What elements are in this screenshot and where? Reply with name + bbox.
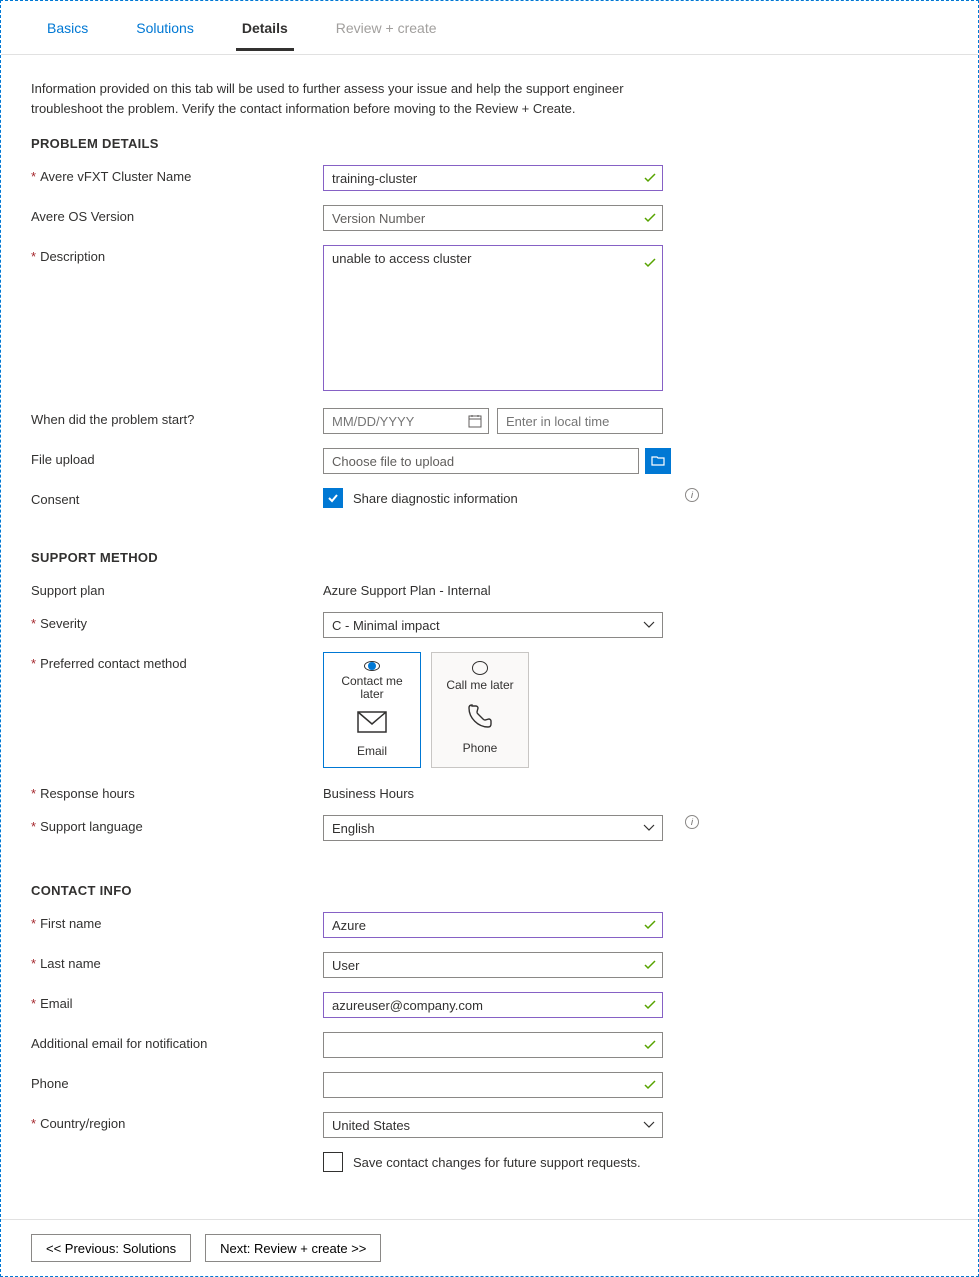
- tabs: Basics Solutions Details Review + create: [1, 1, 978, 55]
- consent-label: Share diagnostic information: [353, 491, 518, 506]
- tab-details[interactable]: Details: [236, 4, 294, 51]
- cluster-name-input[interactable]: [323, 165, 663, 191]
- lastname-input[interactable]: [323, 952, 663, 978]
- label-os: Avere OS Version: [31, 209, 134, 224]
- label-preferred-contact: Preferred contact method: [31, 656, 187, 671]
- phone-icon: [466, 702, 494, 730]
- support-plan-value: Azure Support Plan - Internal: [323, 579, 663, 598]
- mail-icon: [357, 711, 387, 733]
- info-icon[interactable]: i: [685, 815, 699, 829]
- description-textarea[interactable]: unable to access cluster: [323, 245, 663, 391]
- country-select[interactable]: United States: [323, 1112, 663, 1138]
- phone-input[interactable]: [323, 1072, 663, 1098]
- label-plan: Support plan: [31, 583, 105, 598]
- radio-email[interactable]: [364, 661, 380, 671]
- label-firstname: First name: [31, 916, 101, 931]
- next-button[interactable]: Next: Review + create >>: [205, 1234, 381, 1262]
- section-contact-info: CONTACT INFO: [31, 883, 948, 898]
- section-support-method: SUPPORT METHOD: [31, 550, 948, 565]
- form-scroll-area[interactable]: Information provided on this tab will be…: [1, 55, 978, 1219]
- label-cluster: Avere vFXT Cluster Name: [31, 169, 191, 184]
- previous-button[interactable]: << Previous: Solutions: [31, 1234, 191, 1262]
- save-contact-label: Save contact changes for future support …: [353, 1155, 641, 1170]
- label-phone: Phone: [31, 1076, 69, 1091]
- intro-text: Information provided on this tab will be…: [31, 79, 681, 118]
- label-when: When did the problem start?: [31, 412, 194, 427]
- label-consent: Consent: [31, 492, 79, 507]
- save-contact-checkbox[interactable]: [323, 1152, 343, 1172]
- section-problem-details: PROBLEM DETAILS: [31, 136, 948, 151]
- label-email: Email: [31, 996, 73, 1011]
- folder-icon: [651, 455, 665, 467]
- label-severity: Severity: [31, 616, 87, 631]
- label-upload: File upload: [31, 452, 95, 467]
- radio-phone[interactable]: [472, 661, 488, 675]
- label-language: Support language: [31, 819, 143, 834]
- additional-email-input[interactable]: [323, 1032, 663, 1058]
- response-hours-value: Business Hours: [323, 782, 663, 801]
- label-response-hours: Response hours: [31, 786, 135, 801]
- label-country: Country/region: [31, 1116, 125, 1131]
- firstname-input[interactable]: [323, 912, 663, 938]
- language-select[interactable]: English: [323, 815, 663, 841]
- info-icon[interactable]: i: [685, 488, 699, 502]
- label-description: Description: [31, 249, 105, 264]
- email-input[interactable]: [323, 992, 663, 1018]
- consent-checkbox[interactable]: [323, 488, 343, 508]
- tab-basics[interactable]: Basics: [41, 4, 94, 51]
- severity-select[interactable]: C - Minimal impact: [323, 612, 663, 638]
- time-input[interactable]: [497, 408, 663, 434]
- tab-review[interactable]: Review + create: [330, 4, 443, 51]
- date-input[interactable]: [323, 408, 489, 434]
- os-version-input[interactable]: [323, 205, 663, 231]
- tab-solutions[interactable]: Solutions: [130, 4, 200, 51]
- file-upload-field[interactable]: Choose file to upload: [323, 448, 639, 474]
- label-lastname: Last name: [31, 956, 101, 971]
- contact-method-phone[interactable]: Call me later Phone: [431, 652, 529, 768]
- file-browse-button[interactable]: [645, 448, 671, 474]
- label-additional-email: Additional email for notification: [31, 1036, 207, 1051]
- contact-method-email[interactable]: Contact me later Email: [323, 652, 421, 768]
- footer-nav: << Previous: Solutions Next: Review + cr…: [1, 1219, 978, 1276]
